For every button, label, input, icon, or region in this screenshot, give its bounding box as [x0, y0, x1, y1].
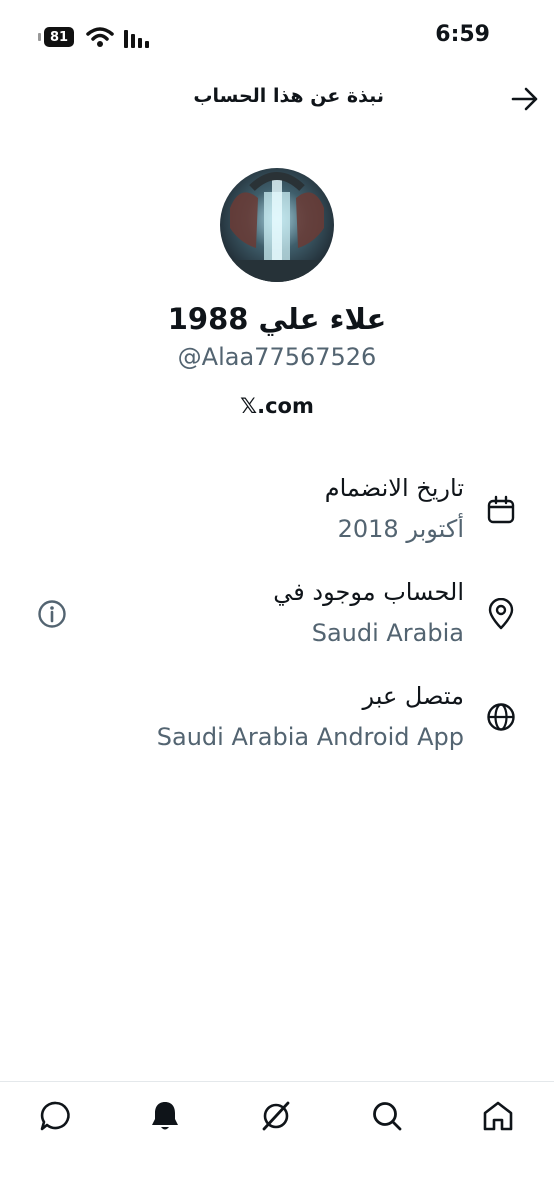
avatar[interactable]: [220, 168, 334, 282]
status-bar: 81 6:59: [0, 0, 554, 76]
bottom-nav-divider: [0, 1081, 554, 1082]
cellular-signal-icon: [124, 30, 149, 48]
join-date-value: أكتوبر 2018: [337, 515, 464, 543]
avatar-image: [220, 168, 334, 282]
display-name: علاء علي 1988: [167, 302, 387, 336]
join-date-title: تاريخ الانضمام: [324, 474, 464, 502]
globe-icon: [487, 703, 515, 731]
messages-icon: [40, 1101, 70, 1131]
grok-icon: [262, 1101, 290, 1131]
home-tab[interactable]: [478, 1096, 518, 1136]
account-location-value: Saudi Arabia: [311, 619, 464, 647]
battery-tip: [38, 33, 41, 41]
messages-tab[interactable]: [36, 1096, 76, 1136]
wifi-icon: [86, 27, 114, 47]
connected-via-value: Saudi Arabia Android App: [156, 723, 464, 751]
battery-level: 81: [49, 29, 69, 45]
grok-tab[interactable]: [256, 1096, 296, 1136]
notifications-icon: [152, 1102, 178, 1130]
page-title: نبذة عن هذا الحساب: [193, 85, 384, 107]
clock: 6:59: [435, 22, 490, 47]
battery-icon: 81: [44, 27, 74, 47]
location-pin-icon: [488, 598, 514, 630]
connected-via-title: متصل عبر: [362, 682, 464, 710]
search-tab[interactable]: [367, 1096, 407, 1136]
arrow-right-icon[interactable]: [510, 86, 540, 112]
notifications-tab[interactable]: [145, 1096, 185, 1136]
site-label: 𝕏.com: [240, 394, 314, 418]
user-handle: @Alaa77567526: [177, 343, 377, 371]
calendar-icon: [487, 495, 515, 524]
search-icon: [373, 1102, 402, 1131]
account-location-title: الحساب موجود في: [273, 578, 464, 606]
info-icon[interactable]: [37, 599, 67, 629]
home-icon: [483, 1101, 513, 1131]
